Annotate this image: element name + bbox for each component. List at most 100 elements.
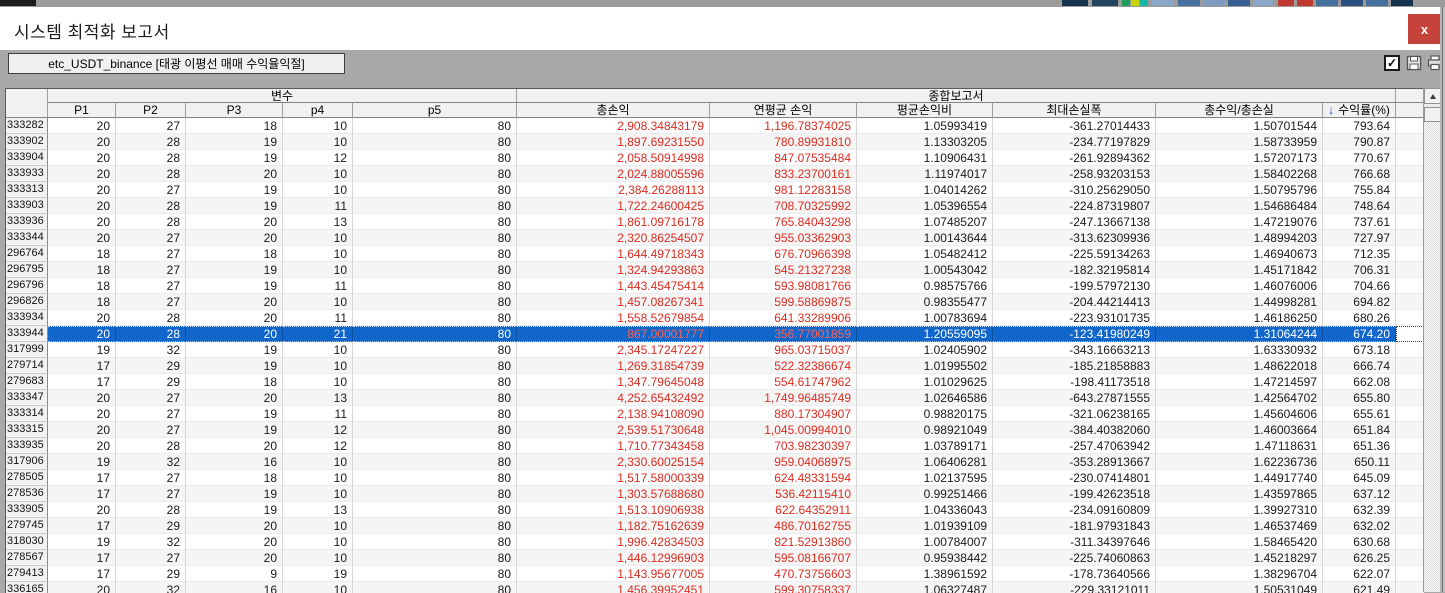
data-cell[interactable]: 1.00543042 [857, 262, 993, 278]
data-cell[interactable]: 20 [186, 438, 283, 454]
data-cell[interactable]: 632.02 [1323, 518, 1396, 534]
column-header-max-drawdown[interactable]: 최대손실폭 [993, 103, 1156, 118]
data-cell[interactable]: 1,861.09716178 [517, 214, 710, 230]
data-cell[interactable]: 20 [186, 326, 283, 342]
data-cell[interactable]: 880.17304907 [710, 406, 857, 422]
data-cell[interactable]: 1.11974017 [857, 166, 993, 182]
column-header-annual-pl[interactable]: 연평균 손익 [710, 103, 857, 118]
data-cell[interactable]: 1.10906431 [857, 150, 993, 166]
data-cell[interactable]: 10 [283, 534, 353, 550]
row-id-cell[interactable]: 296795 [6, 262, 48, 278]
data-cell[interactable]: 10 [283, 582, 353, 593]
data-cell[interactable]: 790.87 [1323, 134, 1396, 150]
data-cell[interactable]: 17 [48, 518, 116, 534]
data-cell[interactable]: 20 [48, 326, 116, 342]
data-cell[interactable]: 10 [283, 118, 353, 134]
row-id-cell[interactable]: 333315 [6, 422, 48, 438]
row-id-cell[interactable]: 279714 [6, 358, 48, 374]
data-cell[interactable]: -199.42623518 [993, 486, 1156, 502]
data-cell[interactable]: 1.00783694 [857, 310, 993, 326]
data-cell[interactable]: 20 [48, 390, 116, 406]
data-cell[interactable]: 0.98355477 [857, 294, 993, 310]
column-header-p1[interactable]: P1 [48, 103, 116, 118]
data-cell[interactable]: -343.16663213 [993, 342, 1156, 358]
data-cell[interactable]: 599.58869875 [710, 294, 857, 310]
data-cell[interactable]: 1.46940673 [1156, 246, 1323, 262]
data-cell[interactable]: 1.45604606 [1156, 406, 1323, 422]
data-cell[interactable]: 80 [353, 310, 517, 326]
data-cell[interactable]: 80 [353, 166, 517, 182]
data-cell[interactable]: -199.57972130 [993, 278, 1156, 294]
data-cell[interactable]: 80 [353, 326, 517, 342]
data-cell[interactable]: 0.98575766 [857, 278, 993, 294]
data-cell[interactable]: 20 [48, 166, 116, 182]
data-cell[interactable]: 27 [116, 486, 186, 502]
data-cell[interactable]: 20 [48, 150, 116, 166]
data-cell[interactable]: 28 [116, 150, 186, 166]
row-id-cell[interactable]: 296796 [6, 278, 48, 294]
data-cell[interactable]: 1.05993419 [857, 118, 993, 134]
data-cell[interactable]: 21 [283, 326, 353, 342]
data-cell[interactable]: 981.12283158 [710, 182, 857, 198]
data-cell[interactable]: 10 [283, 182, 353, 198]
data-cell[interactable]: 10 [283, 134, 353, 150]
data-cell[interactable]: -310.25629050 [993, 182, 1156, 198]
data-cell[interactable]: 1.46076006 [1156, 278, 1323, 294]
data-cell[interactable]: 748.64 [1323, 198, 1396, 214]
data-cell[interactable]: 19 [186, 486, 283, 502]
data-cell[interactable]: 20 [186, 534, 283, 550]
row-id-cell[interactable]: 296826 [6, 294, 48, 310]
data-cell[interactable]: 1.48994203 [1156, 230, 1323, 246]
data-cell[interactable]: 80 [353, 150, 517, 166]
data-cell[interactable]: 1,996.42834503 [517, 534, 710, 550]
row-id-cell[interactable]: 333944 [6, 326, 48, 342]
data-cell[interactable]: 80 [353, 486, 517, 502]
data-cell[interactable]: 1,517.58000339 [517, 470, 710, 486]
data-cell[interactable]: 650.11 [1323, 454, 1396, 470]
data-cell[interactable]: 18 [186, 374, 283, 390]
data-cell[interactable]: 80 [353, 438, 517, 454]
data-cell[interactable]: 545.21327238 [710, 262, 857, 278]
data-cell[interactable]: 694.82 [1323, 294, 1396, 310]
data-cell[interactable]: 10 [283, 358, 353, 374]
data-cell[interactable]: 676.70966398 [710, 246, 857, 262]
data-cell[interactable]: 19 [186, 502, 283, 518]
data-cell[interactable]: 18 [48, 246, 116, 262]
row-id-cell[interactable]: 333282 [6, 118, 48, 134]
data-cell[interactable]: 651.36 [1323, 438, 1396, 454]
data-cell[interactable]: 80 [353, 374, 517, 390]
data-cell[interactable]: 1,443.45475414 [517, 278, 710, 294]
row-id-cell[interactable]: 296764 [6, 246, 48, 262]
data-cell[interactable]: 2,345.17247227 [517, 342, 710, 358]
data-cell[interactable]: 1,269.31854739 [517, 358, 710, 374]
data-cell[interactable]: 624.48331594 [710, 470, 857, 486]
data-cell[interactable]: -225.59134263 [993, 246, 1156, 262]
data-cell[interactable]: 29 [116, 518, 186, 534]
data-cell[interactable]: 1.50795796 [1156, 182, 1323, 198]
data-cell[interactable]: 1.02137595 [857, 470, 993, 486]
data-cell[interactable]: 666.74 [1323, 358, 1396, 374]
scroll-up-button[interactable] [1424, 88, 1441, 104]
data-cell[interactable]: 1.45218297 [1156, 550, 1323, 566]
data-cell[interactable]: 17 [48, 358, 116, 374]
data-cell[interactable]: 80 [353, 470, 517, 486]
data-cell[interactable]: 18 [48, 262, 116, 278]
data-cell[interactable]: 27 [116, 278, 186, 294]
data-cell[interactable]: 80 [353, 134, 517, 150]
data-cell[interactable]: 17 [48, 470, 116, 486]
data-cell[interactable]: 1.44917740 [1156, 470, 1323, 486]
data-cell[interactable]: 1,303.57688680 [517, 486, 710, 502]
data-cell[interactable]: 662.08 [1323, 374, 1396, 390]
data-cell[interactable]: 708.70325992 [710, 198, 857, 214]
data-cell[interactable]: 626.25 [1323, 550, 1396, 566]
data-cell[interactable]: 80 [353, 278, 517, 294]
data-cell[interactable]: 765.84043298 [710, 214, 857, 230]
data-cell[interactable]: 0.98820175 [857, 406, 993, 422]
data-cell[interactable]: 19 [186, 198, 283, 214]
data-cell[interactable]: 80 [353, 294, 517, 310]
column-header-return-pct[interactable]: ↓수익률(%) [1323, 103, 1396, 118]
row-id-cell[interactable]: 278567 [6, 550, 48, 566]
row-id-cell[interactable]: 278536 [6, 486, 48, 502]
data-cell[interactable]: 29 [116, 566, 186, 582]
data-cell[interactable]: -361.27014433 [993, 118, 1156, 134]
